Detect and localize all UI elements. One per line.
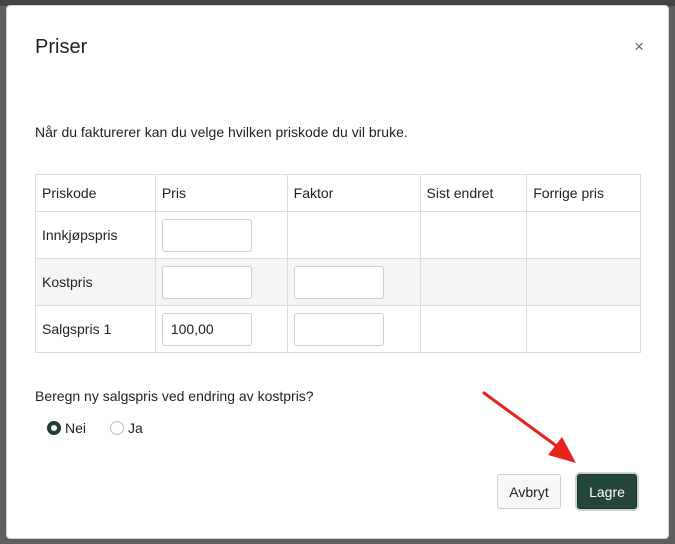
header-pris: Pris bbox=[154, 174, 288, 212]
header-faktor: Faktor bbox=[286, 174, 421, 212]
radio-ja-label: Ja bbox=[128, 420, 143, 436]
row-innkjopspris-forrige-pris bbox=[526, 211, 641, 259]
radio-nei[interactable]: Nei bbox=[47, 420, 86, 436]
kostpris-pris-input[interactable] bbox=[161, 265, 252, 299]
table-row: Kostpris bbox=[35, 258, 641, 306]
row-innkjopspris-faktor-cell bbox=[286, 211, 421, 259]
header-forrige-pris: Forrige pris bbox=[526, 174, 641, 212]
row-kostpris-faktor-cell bbox=[286, 258, 421, 306]
radio-nei-label: Nei bbox=[65, 420, 87, 436]
save-button[interactable]: Lagre bbox=[577, 474, 637, 509]
row-kostpris-sist-endret bbox=[419, 258, 528, 306]
row-kostpris-forrige-pris bbox=[526, 258, 641, 306]
recalc-question: Beregn ny salgspris ved endring av kostp… bbox=[35, 388, 314, 404]
kostpris-faktor-input[interactable] bbox=[293, 265, 384, 299]
row-salgspris-pris-cell bbox=[154, 305, 288, 353]
price-table: Priskode Pris Faktor Sist endret Forrige… bbox=[35, 174, 641, 353]
table-row: Innkjøpspris bbox=[35, 211, 641, 259]
radio-ja-circle[interactable] bbox=[110, 421, 125, 435]
row-salgspris-faktor-cell bbox=[286, 305, 421, 353]
close-icon[interactable]: × bbox=[634, 38, 644, 55]
salgspris-faktor-input[interactable] bbox=[293, 312, 384, 346]
header-priskode: Priskode bbox=[35, 174, 156, 212]
row-salgspris-forrige-pris bbox=[526, 305, 641, 353]
modal-title: Priser bbox=[35, 36, 88, 58]
innkjopspris-pris-input[interactable] bbox=[161, 218, 252, 252]
cancel-button[interactable]: Avbryt bbox=[497, 474, 561, 509]
row-kostpris-code: Kostpris bbox=[35, 258, 156, 306]
row-innkjopspris-sist-endret bbox=[419, 211, 528, 259]
intro-text: Når du fakturerer kan du velge hvilken p… bbox=[35, 124, 408, 140]
row-salgspris-sist-endret bbox=[419, 305, 528, 353]
radio-nei-circle[interactable] bbox=[47, 421, 61, 435]
table-row: Salgspris 1 bbox=[35, 305, 641, 353]
header-sist-endret: Sist endret bbox=[419, 174, 528, 212]
prices-modal: Priser × Når du fakturerer kan du velge … bbox=[6, 5, 669, 539]
row-innkjopspris-pris-cell bbox=[154, 211, 288, 259]
row-innkjopspris-code: Innkjøpspris bbox=[35, 211, 156, 259]
row-kostpris-pris-cell bbox=[154, 258, 288, 306]
radio-ja[interactable]: Ja bbox=[110, 420, 143, 436]
table-header-row: Priskode Pris Faktor Sist endret Forrige… bbox=[35, 174, 641, 212]
salgspris-pris-input[interactable] bbox=[161, 312, 252, 346]
recalc-radio-group: Nei Ja bbox=[47, 420, 167, 436]
row-salgspris-code: Salgspris 1 bbox=[35, 305, 156, 353]
